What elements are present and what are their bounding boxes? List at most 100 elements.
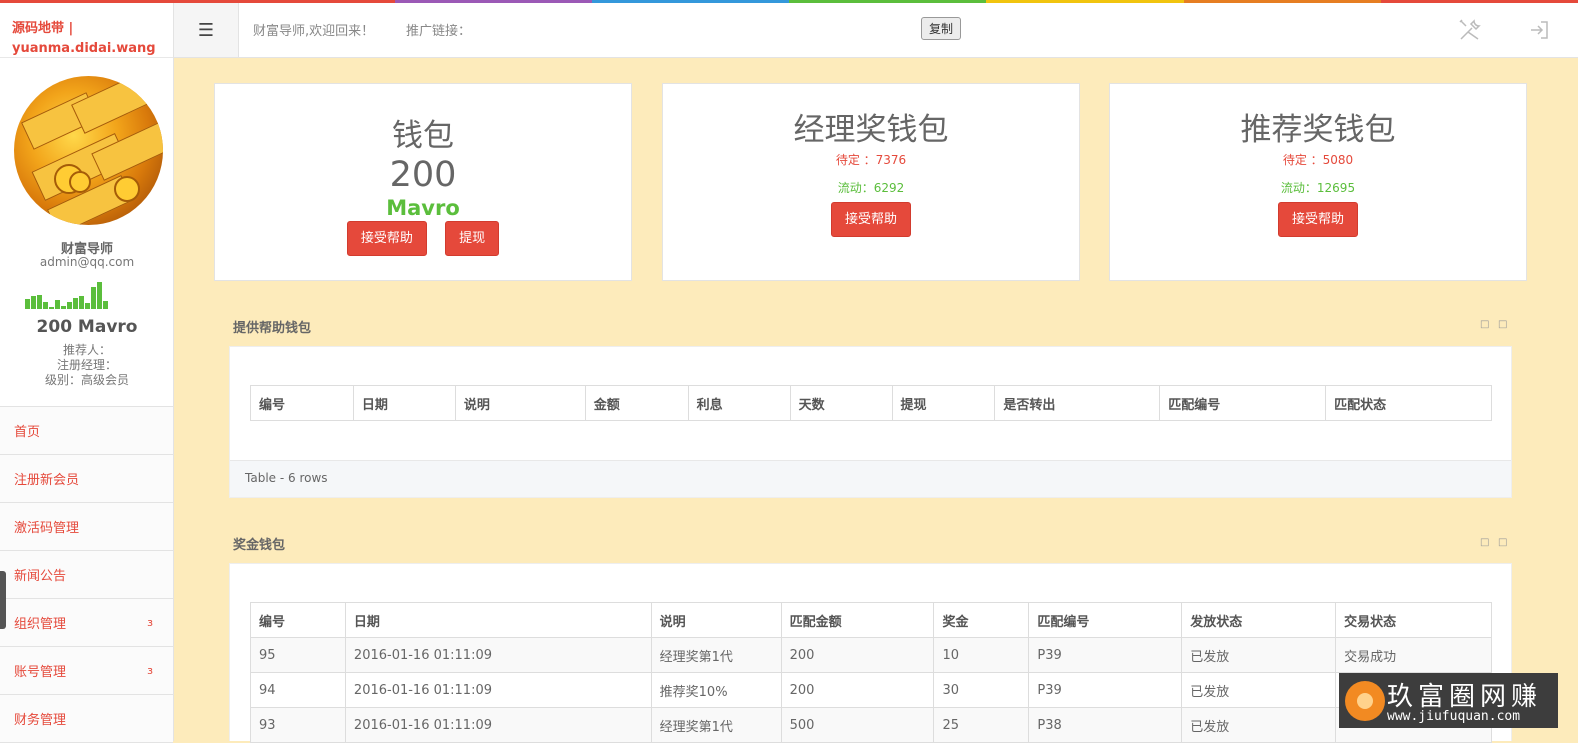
activity-bar <box>97 282 102 309</box>
column-header[interactable]: 交易状态 <box>1335 602 1492 638</box>
column-header[interactable]: 利息 <box>687 385 791 421</box>
chevron-icon: ɜ <box>147 664 153 677</box>
nav-item-label: 新闻公告 <box>14 569 67 584</box>
watermark-url: www.jiufuquan.com <box>1387 709 1521 724</box>
column-header[interactable]: 编号 <box>250 602 346 638</box>
column-header[interactable]: 匹配编号 <box>1028 602 1183 638</box>
avatar <box>14 76 163 225</box>
table-row[interactable]: 93 2016-01-16 01:11:09 经理奖第1代 500 25 P38 已发放 <box>250 707 1492 743</box>
activity-bar <box>73 298 78 309</box>
provide-panel: 编号 日期 说明 金额 利息 天数 提现 是否转出 匹配编号 匹配状态 Table - 6 row… <box>229 346 1512 498</box>
table-cell: 93 <box>250 707 346 743</box>
column-header[interactable]: 提现 <box>891 385 996 421</box>
registrar-label: 注册经理： <box>56 358 117 372</box>
minimize-icon[interactable]: □ <box>1480 537 1489 548</box>
flowing-amount: 流动：6292 <box>837 181 905 195</box>
referrer-label: 推荐人： <box>62 343 111 357</box>
nav-item-organization[interactable]: 组织管理 ɜ <box>0 599 173 647</box>
nav-item-label: 组织管理 <box>14 617 67 632</box>
provide-panel-title: 提供帮助钱包 <box>233 321 312 336</box>
nav-item-finance[interactable]: 财务管理 <box>0 695 173 743</box>
column-header[interactable]: 匹配编号 <box>1159 385 1327 421</box>
receive-help-button[interactable]: 接受帮助 <box>830 202 911 237</box>
minimize-icon[interactable]: □ <box>1480 319 1489 330</box>
referral-wallet-card: 推荐奖钱包 待定 ：5080 流动：12695 接受帮助 <box>1109 83 1527 281</box>
nav-item-activation-codes[interactable]: 激活码管理 <box>0 503 173 551</box>
promo-link-label: 推广链接： <box>406 24 472 39</box>
column-header[interactable]: 是否转出 <box>994 385 1161 421</box>
copy-button[interactable]: 复制 <box>921 17 962 40</box>
table-header-row: 编号 日期 说明 匹配金额 奖金 匹配编号 发放状态 交易状态 <box>250 602 1492 638</box>
welcome-text: 财富导师,欢迎回来！ <box>253 24 375 39</box>
table-cell: 25 <box>933 707 1030 743</box>
receive-help-button[interactable]: 接受帮助 <box>346 221 427 256</box>
profile-email: admin@qq.com <box>39 255 135 269</box>
close-icon[interactable]: □ <box>1498 537 1507 548</box>
table-cell: 95 <box>250 637 346 673</box>
column-header[interactable]: 金额 <box>584 385 689 421</box>
table-cell: 30 <box>933 672 1030 708</box>
watermark-title: 玖富圈网赚 <box>1387 682 1543 712</box>
sidebar-nav: 首页 注册新会员 激活码管理 新闻公告 组织管理 ɜ 账号管理 ɜ 财务管理 <box>0 406 173 743</box>
profile-meta: 推荐人： 注册经理： 级别：高级会员 <box>0 343 174 388</box>
table-cell: 已发放 <box>1181 707 1337 743</box>
wallet-amount: 200 <box>389 155 457 195</box>
table-cell: 10 <box>933 637 1030 673</box>
watermark-logo: 玖富圈网赚 www.jiufuquan.com <box>1339 673 1558 728</box>
pending-amount: 待定 ：5080 <box>1282 153 1354 167</box>
table-cell: 已发放 <box>1181 672 1337 708</box>
nav-item-label: 注册新会员 <box>14 473 80 488</box>
column-header[interactable]: 编号 <box>250 385 354 421</box>
table-header-row: 编号 日期 说明 金额 利息 天数 提现 是否转出 匹配编号 匹配状态 <box>250 385 1492 421</box>
table-footer: Table - 6 rows <box>230 460 1511 497</box>
nav-item-home[interactable]: 首页 <box>0 407 173 455</box>
table-cell: 经理奖第1代 <box>650 637 782 673</box>
table-cell: 2016-01-16 01:11:09 <box>344 637 652 673</box>
manager-wallet-card: 经理奖钱包 待定 ：7376 流动：6292 接受帮助 <box>662 83 1080 281</box>
column-header[interactable]: 说明 <box>454 385 586 421</box>
flowing-amount: 流动：12695 <box>1280 181 1356 195</box>
pending-amount: 待定 ：7376 <box>835 153 907 167</box>
provide-table: 编号 日期 说明 金额 利息 天数 提现 是否转出 匹配编号 匹配状态 <box>250 385 1492 421</box>
hamburger-icon: ☰ <box>197 19 215 41</box>
member-level: 级别：高级会员 <box>44 373 129 387</box>
column-header[interactable]: 说明 <box>650 602 782 638</box>
withdraw-button[interactable]: 提现 <box>445 221 500 256</box>
column-header[interactable]: 匹配金额 <box>780 602 935 638</box>
activity-bar <box>61 306 66 309</box>
side-drawer-handle[interactable] <box>0 571 6 629</box>
tools-icon[interactable] <box>1458 18 1482 42</box>
close-icon[interactable]: □ <box>1498 319 1507 330</box>
logout-icon[interactable] <box>1529 20 1549 40</box>
activity-bar <box>67 302 72 309</box>
nav-item-news[interactable]: 新闻公告 <box>0 551 173 599</box>
activity-bar <box>37 295 42 309</box>
fox-mascot-icon <box>1345 681 1385 721</box>
wallet-title: 钱包 <box>392 118 454 154</box>
brand-logo[interactable]: 源码地带 | yuanma.didai.wang <box>0 3 173 58</box>
column-header[interactable]: 奖金 <box>933 602 1030 638</box>
table-row[interactable]: 95 2016-01-16 01:11:09 经理奖第1代 200 10 P39 已发放 交易… <box>250 637 1492 673</box>
activity-bar <box>43 302 48 309</box>
column-header[interactable]: 日期 <box>352 385 456 421</box>
column-header[interactable]: 发放状态 <box>1181 602 1337 638</box>
top-color-strip <box>0 0 1578 3</box>
activity-bar <box>79 296 84 309</box>
column-header[interactable]: 日期 <box>344 602 652 638</box>
wallet-currency: Mavro <box>386 196 460 220</box>
wallet-title: 推荐奖钱包 <box>1240 112 1396 148</box>
column-header[interactable]: 匹配状态 <box>1325 385 1492 421</box>
menu-toggle-button[interactable]: ☰ <box>174 3 239 57</box>
receive-help-button[interactable]: 接受帮助 <box>1277 202 1358 237</box>
table-cell: 200 <box>780 672 935 708</box>
wallet-title: 经理奖钱包 <box>793 112 949 148</box>
nav-item-register[interactable]: 注册新会员 <box>0 455 173 503</box>
table-row[interactable]: 94 2016-01-16 01:11:09 推荐奖10% 200 30 P39 已发放 <box>250 672 1492 708</box>
nav-item-accounts[interactable]: 账号管理 ɜ <box>0 647 173 695</box>
brand-line-1: 源码地带 | <box>12 21 74 36</box>
column-header[interactable]: 天数 <box>789 385 893 421</box>
table-cell: 推荐奖10% <box>650 672 782 708</box>
table-cell: 94 <box>250 672 346 708</box>
table-cell: 交易成功 <box>1335 637 1492 673</box>
table-cell: 200 <box>780 637 935 673</box>
